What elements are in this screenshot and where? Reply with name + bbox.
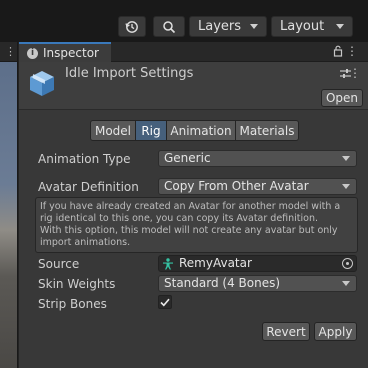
animation-type-label: Animation Type (38, 152, 131, 166)
asset-header: Idle Import Settings ⋮ Open (19, 62, 368, 110)
source-value: RemyAvatar (179, 256, 252, 270)
layout-label: Layout (280, 19, 325, 34)
help-line: import animations. (40, 237, 131, 248)
history-icon (125, 20, 138, 33)
tab-materials[interactable]: Materials (235, 120, 299, 141)
info-icon: i (27, 47, 38, 59)
checkmark-icon (160, 298, 170, 306)
chevron-down-icon (342, 281, 350, 286)
top-toolbar: Layers Layout (0, 0, 368, 42)
layers-label: Layers (198, 19, 242, 34)
open-button[interactable]: Open (321, 89, 363, 107)
tab-inspector-label: Inspector (43, 46, 99, 60)
tab-inspector[interactable]: i Inspector (19, 42, 111, 62)
chevron-down-icon (342, 156, 350, 161)
tab-model[interactable]: Model (90, 120, 136, 141)
scene-tab-strip: ⋮ (0, 42, 17, 62)
kebab-menu-icon[interactable]: ⋮ (349, 66, 361, 80)
avatar-icon (162, 258, 174, 274)
chevron-down-icon (336, 24, 344, 29)
inspector-panel: i Inspector ⋮ Idle Import Settings ⋮ Ope… (18, 42, 368, 368)
skin-weights-label: Skin Weights (38, 277, 116, 291)
tab-rig[interactable]: Rig (135, 120, 167, 141)
object-picker-icon[interactable] (342, 258, 353, 269)
revert-button[interactable]: Revert (262, 322, 310, 341)
avatar-definition-label: Avatar Definition (38, 180, 139, 194)
layers-dropdown[interactable]: Layers (189, 16, 267, 37)
chevron-down-icon (342, 184, 350, 189)
chevron-down-icon (250, 24, 258, 29)
lock-icon[interactable] (333, 45, 343, 60)
scene-view[interactable] (0, 62, 17, 368)
skin-weights-value: Standard (4 Bones) (164, 276, 281, 290)
search-button[interactable] (153, 16, 185, 37)
source-label: Source (38, 257, 80, 271)
help-line: rig identical to this one, you can copy … (40, 213, 319, 224)
avatar-definition-value: Copy From Other Avatar (164, 179, 309, 193)
strip-bones-checkbox[interactable] (158, 295, 172, 309)
source-object-field[interactable]: RemyAvatar (158, 255, 357, 272)
help-line: If you have already created an Avatar fo… (40, 201, 341, 212)
strip-bones-label: Strip Bones (38, 297, 107, 311)
help-line: With this option, this model will not cr… (40, 225, 338, 236)
page-title: Idle Import Settings (65, 66, 194, 81)
kebab-menu-icon[interactable]: ⋮ (5, 46, 16, 57)
search-icon (163, 20, 176, 33)
animation-type-value: Generic (164, 151, 211, 165)
inspector-tabbar: i Inspector ⋮ (19, 42, 368, 62)
skin-weights-dropdown[interactable]: Standard (4 Bones) (158, 275, 357, 292)
avatar-definition-dropdown[interactable]: Copy From Other Avatar (158, 178, 357, 195)
kebab-menu-icon[interactable]: ⋮ (346, 44, 358, 58)
help-box: If you have already created an Avatar fo… (35, 197, 358, 253)
model-asset-icon (27, 68, 57, 101)
layout-dropdown[interactable]: Layout (271, 16, 353, 37)
animation-type-dropdown[interactable]: Generic (158, 150, 357, 167)
tab-animation[interactable]: Animation (166, 120, 236, 141)
apply-button[interactable]: Apply (314, 322, 357, 341)
history-button[interactable] (118, 16, 146, 37)
